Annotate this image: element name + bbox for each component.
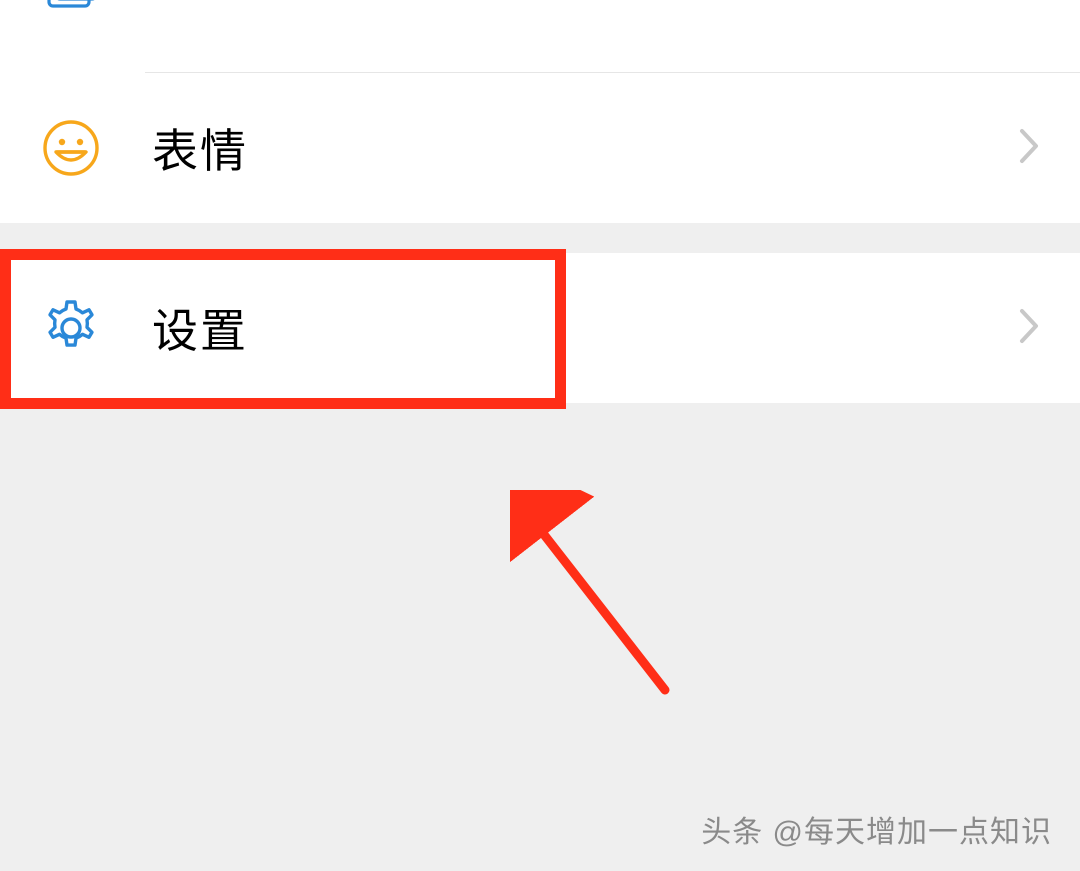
settings-icon bbox=[40, 297, 102, 359]
arrow-annotation bbox=[510, 490, 690, 715]
chevron-right-icon bbox=[1018, 307, 1042, 350]
menu-item-emoji[interactable]: 表情 bbox=[0, 73, 1080, 223]
section-gap bbox=[0, 223, 1080, 253]
menu-item-settings-label: 设置 bbox=[152, 295, 1018, 361]
chevron-right-icon bbox=[1018, 127, 1042, 170]
menu-item-cards[interactable]: 卡包 bbox=[0, 0, 1080, 72]
menu-item-emoji-label: 表情 bbox=[152, 115, 1018, 181]
cards-icon bbox=[40, 0, 102, 22]
menu-group-2: 设置 bbox=[0, 253, 1080, 403]
emoji-icon bbox=[40, 117, 102, 179]
menu-item-cards-label: 卡包 bbox=[152, 0, 1018, 8]
menu-group-1: 卡包 表情 bbox=[0, 0, 1080, 223]
watermark-text: 头条 @每天增加一点知识 bbox=[701, 807, 1052, 851]
menu-item-settings[interactable]: 设置 bbox=[0, 253, 1080, 403]
